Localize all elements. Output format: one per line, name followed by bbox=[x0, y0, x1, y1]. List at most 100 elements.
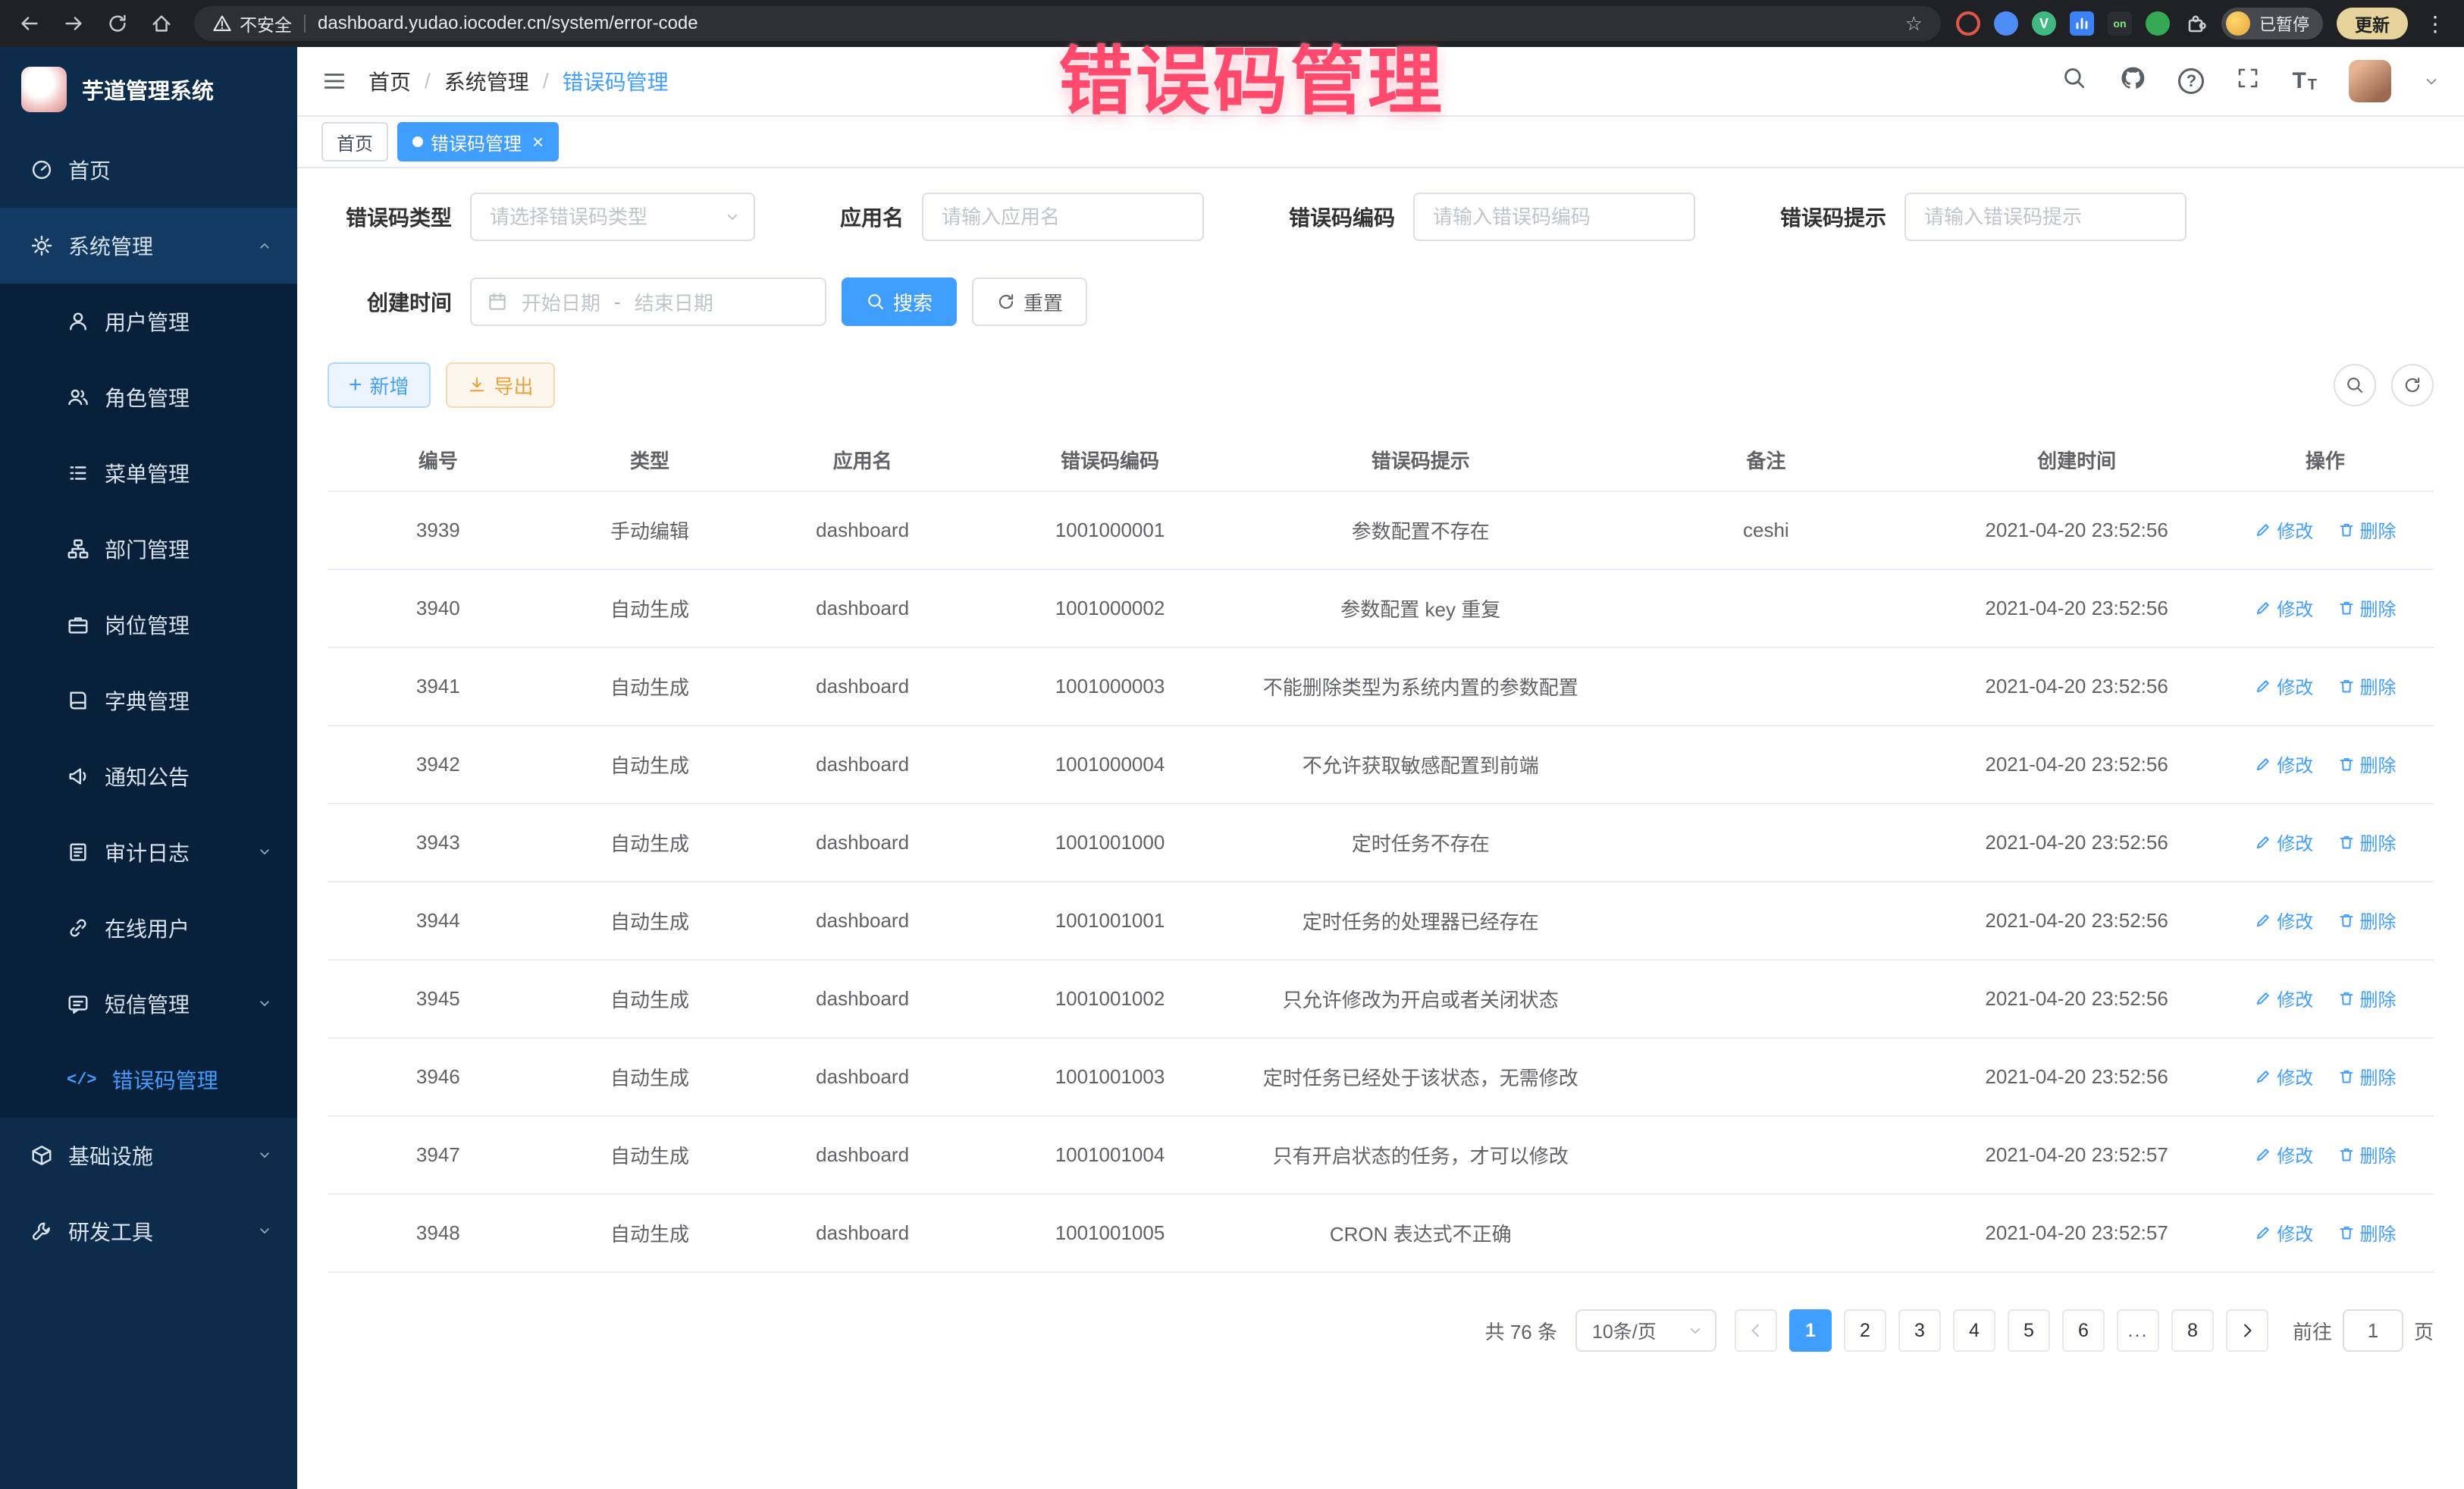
kebab-menu-icon[interactable]: ⋮ bbox=[2425, 11, 2446, 36]
edit-link[interactable]: 修改 bbox=[2254, 751, 2313, 777]
delete-link[interactable]: 删除 bbox=[2337, 985, 2397, 1011]
edit-link[interactable]: 修改 bbox=[2254, 1063, 2313, 1089]
error-hint-field[interactable] bbox=[1904, 193, 2187, 241]
extension-icon[interactable] bbox=[1994, 11, 2018, 36]
app-logo[interactable]: 芋道管理系统 bbox=[0, 47, 297, 132]
export-button[interactable]: 导出 bbox=[446, 362, 555, 408]
help-icon[interactable]: ? bbox=[2178, 68, 2204, 94]
refresh-button[interactable] bbox=[2391, 364, 2434, 406]
search-icon[interactable] bbox=[2061, 65, 2087, 97]
sidebar-item-online-users[interactable]: 在线用户 bbox=[0, 890, 297, 966]
chevron-down-icon[interactable] bbox=[2423, 73, 2440, 89]
edit-link[interactable]: 修改 bbox=[2254, 829, 2313, 855]
bookmark-star-icon[interactable]: ☆ bbox=[1905, 14, 1923, 33]
breadcrumb-section[interactable]: 系统管理 bbox=[444, 66, 529, 96]
more-pages-button[interactable]: ... bbox=[2117, 1309, 2159, 1352]
sidebar-item-infrastructure[interactable]: 基础设施 bbox=[0, 1118, 297, 1193]
sidebar-item-roles[interactable]: 角色管理 bbox=[0, 359, 297, 435]
home-icon[interactable] bbox=[150, 12, 173, 35]
sidebar-item-dev-tools[interactable]: 研发工具 bbox=[0, 1193, 297, 1269]
sidebar-item-audit-log[interactable]: 审计日志 bbox=[0, 814, 297, 890]
error-type-select-input[interactable] bbox=[470, 193, 755, 241]
vue-devtools-icon[interactable]: V bbox=[2032, 11, 2056, 36]
user-avatar[interactable] bbox=[2349, 60, 2391, 102]
cell-ops: 修改 删除 bbox=[2217, 960, 2434, 1038]
toggle-search-button[interactable] bbox=[2334, 364, 2376, 406]
delete-link[interactable]: 删除 bbox=[2337, 594, 2397, 621]
delete-link[interactable]: 删除 bbox=[2337, 907, 2397, 933]
sidebar-item-home[interactable]: 首页 bbox=[0, 132, 297, 208]
page-button[interactable]: 2 bbox=[1844, 1309, 1886, 1352]
app-name-field[interactable] bbox=[922, 193, 1204, 241]
switch-extension-icon[interactable]: on bbox=[2108, 11, 2132, 36]
search-button[interactable]: 搜索 bbox=[842, 277, 957, 326]
sidebar-item-notices[interactable]: 通知公告 bbox=[0, 738, 297, 814]
app-name-input[interactable] bbox=[922, 193, 1204, 241]
close-icon[interactable]: × bbox=[532, 132, 544, 152]
page-button[interactable]: 5 bbox=[2008, 1309, 2050, 1352]
page-size-select[interactable] bbox=[1575, 1309, 1716, 1352]
table-toolbar: + 新增 导出 bbox=[328, 362, 2434, 408]
font-size-icon[interactable]: TT bbox=[2292, 70, 2317, 92]
stats-extension-icon[interactable] bbox=[2070, 11, 2094, 36]
breadcrumb-home[interactable]: 首页 bbox=[368, 66, 411, 96]
prev-page-button[interactable] bbox=[1735, 1309, 1777, 1352]
page-button[interactable]: 3 bbox=[1898, 1309, 1941, 1352]
edit-link[interactable]: 修改 bbox=[2254, 907, 2313, 933]
update-button[interactable]: 更新 bbox=[2337, 8, 2408, 39]
error-hint-input[interactable] bbox=[1904, 193, 2187, 241]
forward-icon[interactable] bbox=[62, 12, 85, 35]
url-text[interactable]: dashboard.yudao.iocoder.cn/system/error-… bbox=[318, 13, 698, 34]
sidebar-item-posts[interactable]: 岗位管理 bbox=[0, 587, 297, 663]
date-range-picker[interactable]: 开始日期 - 结束日期 bbox=[470, 277, 826, 326]
security-chip[interactable]: 不安全 bbox=[212, 11, 292, 36]
error-code-input[interactable] bbox=[1413, 193, 1695, 241]
sidebar-item-departments[interactable]: 部门管理 bbox=[0, 511, 297, 587]
add-button[interactable]: + 新增 bbox=[328, 362, 431, 408]
address-bar[interactable]: 不安全 dashboard.yudao.iocoder.cn/system/er… bbox=[194, 6, 1941, 41]
cell-remark bbox=[1595, 1038, 1936, 1116]
edit-link[interactable]: 修改 bbox=[2254, 1141, 2313, 1168]
delete-link[interactable]: 删除 bbox=[2337, 829, 2397, 855]
breadcrumb-current[interactable]: 错误码管理 bbox=[563, 66, 669, 96]
edit-link[interactable]: 修改 bbox=[2254, 516, 2313, 543]
delete-link[interactable]: 删除 bbox=[2337, 1141, 2397, 1168]
fullscreen-icon[interactable] bbox=[2236, 66, 2260, 96]
delete-link[interactable]: 删除 bbox=[2337, 672, 2397, 699]
extensions-puzzle-icon[interactable] bbox=[2183, 11, 2208, 36]
sidebar-item-menus[interactable]: 菜单管理 bbox=[0, 435, 297, 511]
reload-icon[interactable] bbox=[106, 12, 129, 35]
delete-link[interactable]: 删除 bbox=[2337, 1219, 2397, 1246]
error-code-field[interactable] bbox=[1413, 193, 1695, 241]
sidebar-item-sms[interactable]: 短信管理 bbox=[0, 966, 297, 1042]
sidebar-item-users[interactable]: 用户管理 bbox=[0, 284, 297, 359]
extension-icon[interactable] bbox=[2146, 11, 2170, 36]
edit-link[interactable]: 修改 bbox=[2254, 1219, 2313, 1246]
page-button[interactable]: 4 bbox=[1953, 1309, 1995, 1352]
delete-link[interactable]: 删除 bbox=[2337, 1063, 2397, 1089]
hamburger-icon[interactable] bbox=[321, 68, 347, 94]
back-icon[interactable] bbox=[18, 12, 41, 35]
sidebar-item-system[interactable]: 系统管理 bbox=[0, 208, 297, 284]
sidebar-item-dictionary[interactable]: 字典管理 bbox=[0, 663, 297, 738]
tab-error-code[interactable]: 错误码管理 × bbox=[397, 122, 559, 161]
next-page-button[interactable] bbox=[2226, 1309, 2268, 1352]
profile-chip[interactable]: 已暂停 bbox=[2221, 8, 2323, 39]
sidebar-item-error-code[interactable]: </> 错误码管理 bbox=[0, 1042, 297, 1118]
edit-link[interactable]: 修改 bbox=[2254, 594, 2313, 621]
page-size-value[interactable] bbox=[1575, 1309, 1716, 1352]
edit-link[interactable]: 修改 bbox=[2254, 672, 2313, 699]
github-icon[interactable] bbox=[2119, 64, 2146, 98]
page-button[interactable]: 1 bbox=[1789, 1309, 1832, 1352]
error-type-select[interactable] bbox=[470, 193, 755, 241]
tab-home[interactable]: 首页 bbox=[321, 122, 388, 161]
goto-page-input[interactable] bbox=[2343, 1309, 2403, 1352]
page-button[interactable]: 8 bbox=[2171, 1309, 2214, 1352]
page-button[interactable]: 6 bbox=[2062, 1309, 2105, 1352]
delete-link[interactable]: 删除 bbox=[2337, 516, 2397, 543]
delete-link[interactable]: 删除 bbox=[2337, 751, 2397, 777]
extension-icon[interactable] bbox=[1956, 11, 1980, 36]
reset-button[interactable]: 重置 bbox=[972, 277, 1087, 326]
edit-link[interactable]: 修改 bbox=[2254, 985, 2313, 1011]
cell-type: 自动生成 bbox=[549, 882, 751, 960]
